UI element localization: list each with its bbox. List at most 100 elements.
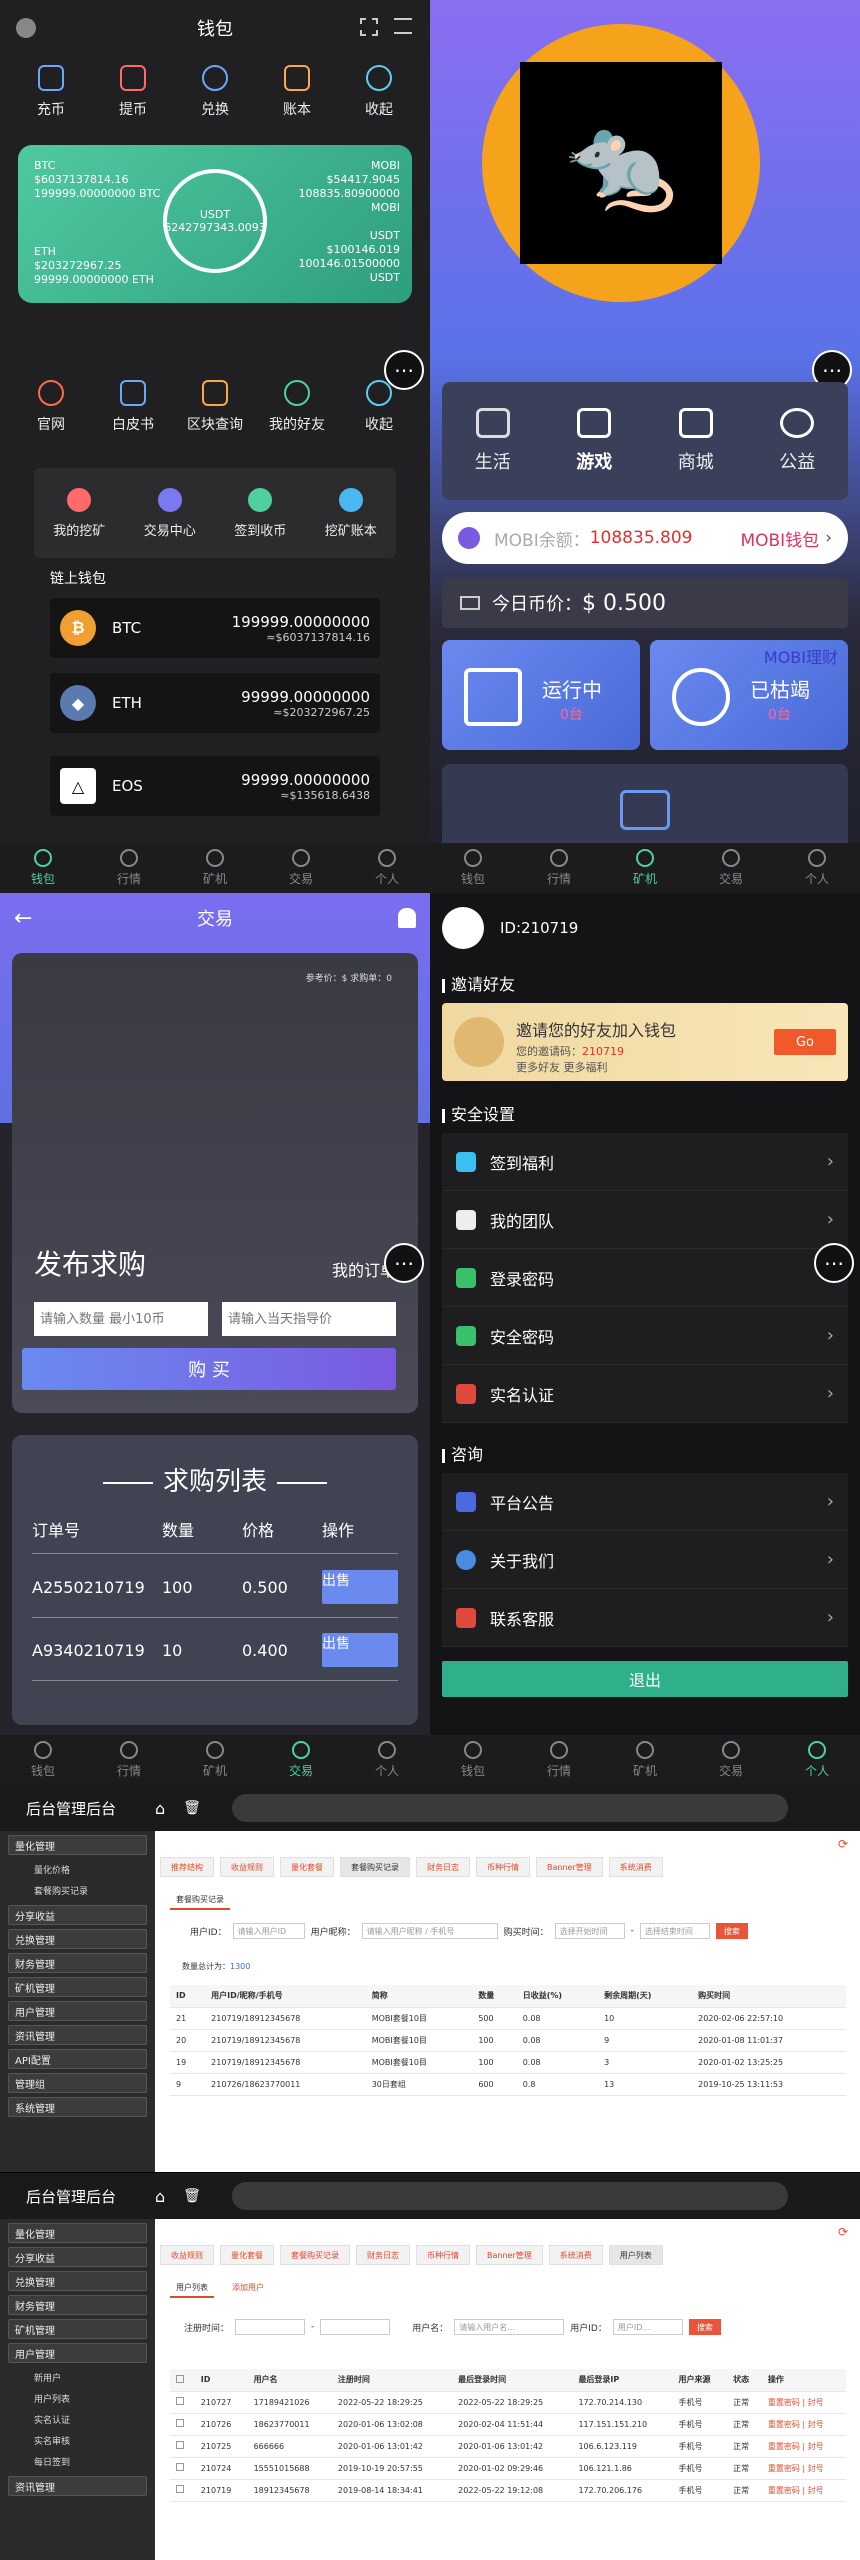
miner-card[interactable] — [442, 764, 848, 854]
sidebar-subitem[interactable]: 新用户 — [0, 2367, 155, 2388]
bell-icon[interactable] — [398, 908, 416, 928]
checkbox[interactable] — [176, 2419, 184, 2427]
sidebar-subitem[interactable]: 用户列表 — [0, 2388, 155, 2409]
username-input[interactable]: 请输入用户名... — [454, 2319, 565, 2335]
sidebar-item[interactable]: 用户管理 — [8, 2343, 147, 2363]
tab-item[interactable]: 系统消费 — [608, 1857, 663, 1877]
chain-row-eth[interactable]: ◆ ETH 99999.00000000 ≈$203272967.25 — [50, 673, 380, 733]
row-actions[interactable]: 重置密码 | 封号 — [761, 2457, 846, 2480]
sidebar-subitem[interactable]: 每日签到 — [0, 2451, 155, 2472]
subtab-active[interactable]: 用户列表 — [170, 2279, 214, 2298]
sidebar-item[interactable]: 矿机管理 — [8, 1977, 147, 1997]
menu-team[interactable]: 我的团队 › — [442, 1191, 848, 1249]
search-button[interactable]: 搜索 — [715, 1923, 748, 1939]
tab-wallet[interactable]: 钱包 — [0, 843, 86, 893]
tab-trade[interactable]: 交易 — [258, 843, 344, 893]
checkbox[interactable] — [176, 2397, 184, 2405]
menu-announcements[interactable]: 平台公告 › — [442, 1473, 848, 1531]
tab-item[interactable]: Banner管理 — [476, 2245, 543, 2265]
game-button[interactable]: 游戏 — [576, 408, 612, 474]
menu-login-password[interactable]: 登录密码› — [442, 1249, 848, 1307]
sidebar-item[interactable]: 财务管理 — [8, 1953, 147, 1973]
sidebar-subitem[interactable]: 套餐购买记录 — [0, 1880, 155, 1901]
deposit-button[interactable]: 充币 — [21, 65, 81, 119]
tab-miner[interactable]: 矿机 — [602, 843, 688, 893]
tab-item-active[interactable]: 套餐购买记录 — [340, 1857, 410, 1877]
depleted-card[interactable]: MOBI理财 已枯竭 0台 — [650, 640, 848, 750]
collapse-links-button[interactable]: 收起 — [349, 380, 409, 434]
sell-button[interactable]: 出售 — [322, 1570, 398, 1604]
withdraw-button[interactable]: 提币 — [103, 65, 163, 119]
sidebar-item[interactable]: 管理组 — [8, 2073, 147, 2093]
sidebar-item[interactable]: 兑换管理 — [8, 2271, 147, 2291]
mining-ledger-button[interactable]: 挖矿账本 — [311, 487, 391, 539]
website-link[interactable]: 官网 — [21, 380, 81, 434]
tab-market[interactable]: 行情 — [516, 843, 602, 893]
menu-checkin[interactable]: 签到福利 › — [442, 1133, 848, 1191]
invite-card[interactable]: 邀请您的好友加入钱包 您的邀请码：210719 更多好友 更多福利 Go — [442, 1003, 848, 1081]
start-time-input[interactable] — [235, 2319, 306, 2335]
chain-row-eos[interactable]: △ EOS 99999.00000000 ≈$135618.6438 — [50, 756, 380, 816]
tab-wallet[interactable]: 钱包 — [0, 1735, 86, 1785]
mall-button[interactable]: 商城 — [678, 408, 714, 474]
row-actions[interactable]: 重置密码 | 封号 — [761, 2435, 846, 2458]
more-fab[interactable]: ⋯ — [384, 1243, 424, 1283]
sidebar-item[interactable]: 资讯管理 — [8, 2025, 147, 2045]
chain-row-btc[interactable]: ₿ BTC 199999.00000000 ≈$6037137814.16 — [50, 598, 380, 658]
user-id-input[interactable]: 请输入用户ID — [232, 1923, 305, 1939]
mobi-wallet-link[interactable]: MOBI钱包 — [740, 526, 819, 551]
trash-icon[interactable]: 🗑 — [183, 1800, 201, 1816]
tab-item[interactable]: 套餐购买记录 — [280, 2245, 350, 2265]
tab-trade[interactable]: 交易 — [688, 1735, 774, 1785]
menu-icon[interactable] — [394, 18, 412, 34]
sell-button[interactable]: 出售 — [322, 1633, 398, 1667]
tab-item[interactable]: 系统消费 — [548, 2245, 603, 2265]
subtab[interactable]: 添加用户 — [226, 2279, 270, 2298]
tab-market[interactable]: 行情 — [86, 843, 172, 893]
trash-icon[interactable]: 🗑 — [183, 2188, 201, 2204]
menu-security-password[interactable]: 安全密码 › — [442, 1307, 848, 1365]
sidebar-item[interactable]: 量化管理 — [8, 2223, 147, 2243]
asset-card[interactable]: BTC $6037137814.16 199999.00000000 BTC ETH… — [18, 145, 412, 303]
tab-item[interactable]: 收益规则 — [220, 1857, 274, 1877]
more-fab[interactable]: ⋯ — [814, 1243, 854, 1283]
sidebar-item[interactable]: 用户管理 — [8, 2001, 147, 2021]
tab-item[interactable]: 财务日志 — [416, 1857, 470, 1877]
tab-miner[interactable]: 矿机 — [172, 1735, 258, 1785]
checkbox[interactable] — [176, 2485, 184, 2493]
whitepaper-link[interactable]: 白皮书 — [103, 380, 163, 434]
sidebar-item[interactable]: 系统管理 — [8, 2097, 147, 2117]
checkbox[interactable] — [176, 2441, 184, 2449]
tab-profile[interactable]: 个人 — [774, 843, 860, 893]
search-button[interactable]: 搜索 — [688, 2319, 721, 2335]
admin-search-bar[interactable] — [232, 2182, 788, 2210]
home-icon[interactable]: ⌂ — [155, 1799, 165, 1818]
row-actions[interactable]: 重置密码 | 封号 — [761, 2391, 846, 2414]
trade-center-button[interactable]: 交易中心 — [130, 487, 210, 539]
checkbox[interactable] — [176, 2463, 184, 2471]
sidebar-subitem[interactable]: 实名审核 — [0, 2430, 155, 2451]
tab-market[interactable]: 行情 — [516, 1735, 602, 1785]
tab-profile[interactable]: 个人 — [774, 1735, 860, 1785]
block-query-link[interactable]: 区块查询 — [185, 380, 245, 434]
tab-item[interactable]: 量化套餐 — [220, 2245, 274, 2265]
tab-item[interactable]: Banner管理 — [536, 1857, 603, 1877]
start-time-input[interactable]: 选择开始时间 — [554, 1923, 625, 1939]
tab-item-active[interactable]: 用户列表 — [608, 2245, 663, 2265]
tab-item[interactable]: 推荐结构 — [160, 1857, 214, 1877]
scan-icon[interactable] — [360, 18, 378, 36]
menu-support[interactable]: 联系客服 › — [442, 1589, 848, 1647]
refresh-icon[interactable]: ⟳ — [838, 1837, 848, 1851]
ledger-button[interactable]: 账本 — [267, 65, 327, 119]
menu-real-name[interactable]: 实名认证 › — [442, 1365, 848, 1423]
tab-profile[interactable]: 个人 — [344, 843, 430, 893]
tab-trade[interactable]: 交易 — [258, 1735, 344, 1785]
go-button[interactable]: Go — [774, 1029, 836, 1055]
subtab-active[interactable]: 套餐购买记录 — [170, 1891, 230, 1910]
tab-miner[interactable]: 矿机 — [172, 843, 258, 893]
back-arrow-icon[interactable]: ← — [14, 906, 32, 931]
tab-item[interactable]: 币种行情 — [416, 2245, 470, 2265]
logout-button[interactable]: 退出 — [442, 1661, 848, 1697]
my-mining-button[interactable]: 我的挖矿 — [39, 487, 119, 539]
checkin-button[interactable]: 签到收币 — [220, 487, 300, 539]
